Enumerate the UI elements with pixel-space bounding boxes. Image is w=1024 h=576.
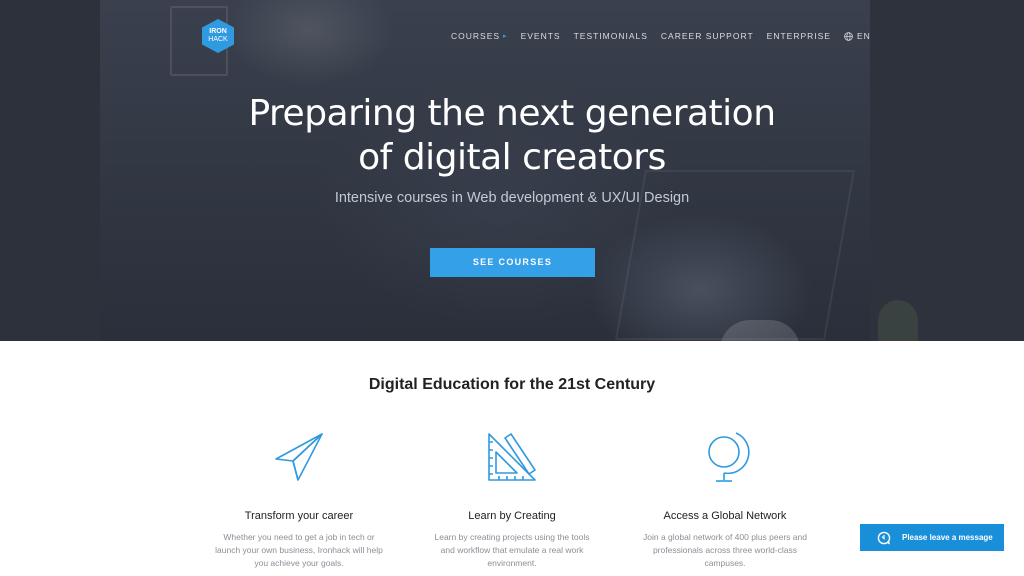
see-courses-button[interactable]: SEE COURSES <box>430 248 595 277</box>
feature-title: Learn by Creating <box>468 510 556 522</box>
nav-item-label: TESTIMONIALS <box>573 31 648 41</box>
hero-title-line1: Preparing the next generation <box>248 93 776 134</box>
logo-line2: HACK <box>208 36 228 43</box>
top-nav: COURSES ▸ EVENTS TESTIMONIALS CAREER SUP… <box>451 30 871 42</box>
nav-item-courses[interactable]: COURSES ▸ <box>451 31 508 41</box>
nav-item-testimonials[interactable]: TESTIMONIALS <box>574 31 648 41</box>
feature-learn-by-creating: Learn by Creating Learn by creating proj… <box>412 430 612 568</box>
chat-widget-button[interactable]: Please leave a message <box>860 524 1004 551</box>
chat-label: Please leave a message <box>902 533 993 542</box>
logo-line1: IRON <box>209 28 227 35</box>
chat-bubble-icon <box>877 531 891 545</box>
nav-item-label: COURSES <box>451 31 501 41</box>
hero-title: Preparing the next generation of digital… <box>0 92 1024 180</box>
feature-global-network: Access a Global Network Join a global ne… <box>625 430 825 568</box>
nav-item-label: CAREER SUPPORT <box>660 31 754 41</box>
feature-title: Transform your career <box>244 510 354 522</box>
feature-text: Learn by creating projects using the too… <box>434 532 590 568</box>
feature-text: Whether you need to get a job in tech or… <box>215 532 383 568</box>
feature-title: Access a Global Network <box>663 510 787 522</box>
caret-right-icon: ▸ <box>503 33 508 40</box>
paper-plane-icon <box>275 433 323 481</box>
nav-item-career-support[interactable]: CAREER SUPPORT <box>661 31 754 41</box>
nav-item-events[interactable]: EVENTS <box>521 31 561 41</box>
hero-subtitle: Intensive courses in Web development & U… <box>334 190 690 206</box>
section-title: Digital Education for the 21st Century <box>368 376 656 393</box>
hero-photo-plant <box>878 300 918 341</box>
language-label: EN <box>856 31 871 41</box>
world-globe-icon <box>708 432 750 482</box>
hero-title-line2: of digital creators <box>358 137 666 178</box>
nav-item-enterprise[interactable]: ENTERPRISE <box>767 31 831 41</box>
ruler-triangle-icon <box>488 433 536 481</box>
hero-section: IRON HACK COURSES ▸ EVENTS TESTIMONIALS … <box>0 0 1024 341</box>
nav-item-label: ENTERPRISE <box>766 31 831 41</box>
nav-item-label: EVENTS <box>520 31 561 41</box>
globe-icon <box>844 31 853 41</box>
feature-transform-career: Transform your career Whether you need t… <box>199 430 399 568</box>
feature-text: Join a global network of 400 plus peers … <box>643 532 807 568</box>
language-selector[interactable]: EN <box>844 31 871 41</box>
